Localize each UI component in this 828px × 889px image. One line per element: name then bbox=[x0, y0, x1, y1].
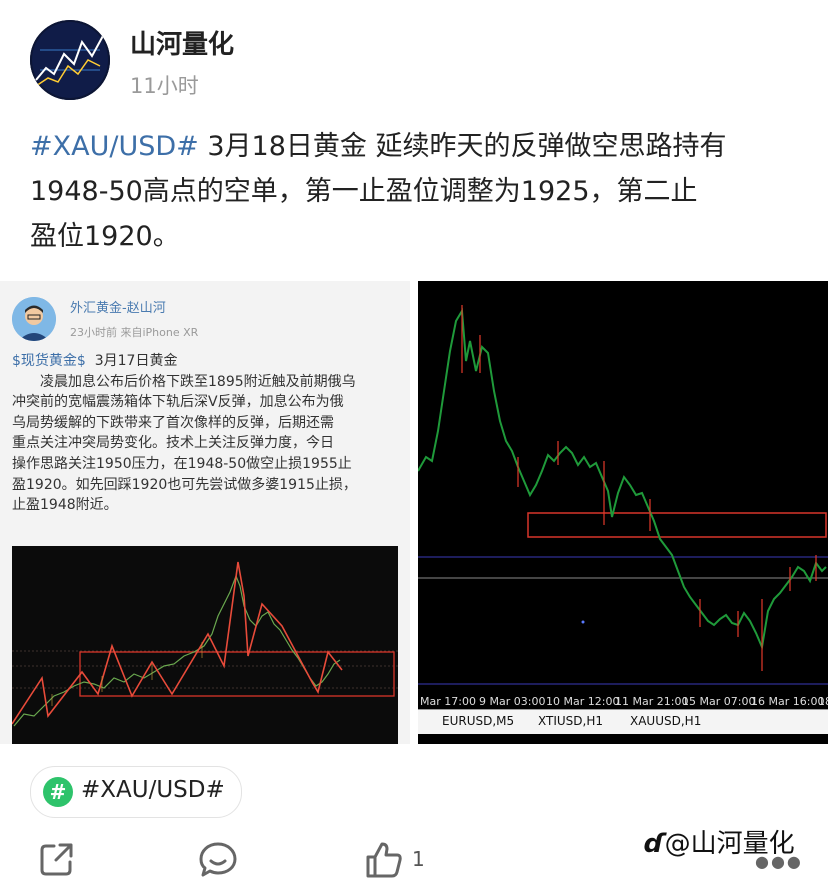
axis-label: 10 Mar 12:00 bbox=[546, 695, 620, 708]
hashtag-chip-label: #XAU/USD# bbox=[81, 777, 225, 803]
thumbs-up-icon bbox=[366, 842, 402, 878]
axis-label: 11 Mar 21:00 bbox=[615, 695, 689, 708]
embedded-avatar bbox=[12, 297, 56, 341]
share-icon bbox=[40, 843, 73, 876]
like-count: 1 bbox=[412, 847, 425, 871]
chart-tab: EURUSD,M5 bbox=[442, 714, 515, 728]
embedded-post-body: $现货黄金$ 3月17日黄金 凌晨加息公布后价格下跌至1895附近触及前期俄乌 … bbox=[12, 351, 397, 516]
axis-label: 9 Mar 03:00 bbox=[479, 695, 546, 708]
embedded-author-name: 外汇黄金-赵山河 bbox=[70, 301, 166, 316]
post-image-2[interactable]: Mar 17:00 9 Mar 03:00 10 Mar 12:00 11 Ma… bbox=[418, 281, 828, 744]
post-image-1[interactable]: 外汇黄金-赵山河 23小时前 来自iPhone XR $现货黄金$ 3月17日黄… bbox=[0, 281, 410, 744]
author-name[interactable]: 山河量化 bbox=[130, 24, 234, 61]
mt4-chart-tabs: EURUSD,M5 XTIUSD,H1 XAUUSD,H1 bbox=[418, 709, 828, 734]
axis-label: Mar 17:00 bbox=[420, 695, 476, 708]
chart-tab: XAUUSD,H1 bbox=[630, 714, 702, 728]
post-text: #XAU/USD# 3月18日黄金 延续昨天的反弹做空思路持有 1948-50高… bbox=[30, 124, 800, 259]
mt4-price-chart bbox=[418, 281, 828, 691]
comment-icon bbox=[199, 842, 237, 877]
post-hashtag-link[interactable]: #XAU/USD# bbox=[30, 131, 199, 162]
more-options-icon[interactable]: ●●● bbox=[755, 852, 803, 871]
embedded-price-chart bbox=[11, 546, 398, 744]
weibo-logo-icon: ɗ bbox=[644, 829, 665, 859]
avatar-chart-image bbox=[30, 20, 110, 100]
embedded-post-meta: 23小时前 来自iPhone XR bbox=[70, 326, 199, 339]
embedded-body-line: 操作思路关注1950压力，在1948-50做空止损1955止 bbox=[12, 455, 352, 472]
embedded-body-line: 冲突前的宽幅震荡箱体下轨后深V反弹，加息公布为俄 bbox=[12, 394, 344, 411]
embedded-hashtag: $现货黄金$ bbox=[12, 353, 86, 369]
hashtag-chip[interactable]: # #XAU/USD# bbox=[30, 766, 242, 818]
hashtag-icon: # bbox=[43, 777, 73, 807]
post-text-line-3: 盈位1920。 bbox=[30, 221, 180, 252]
post-timestamp: 11小时 bbox=[130, 74, 199, 98]
axis-label: 15 Mar 07:00 bbox=[682, 695, 756, 708]
embedded-date-title: 3月17日黄金 bbox=[94, 353, 178, 369]
chart-tab: XTIUSD,H1 bbox=[538, 714, 603, 728]
embedded-body-line: 乌局势缓解的下跌带来了首次像样的反弹，后期还需 bbox=[12, 414, 334, 431]
like-button[interactable] bbox=[364, 840, 404, 884]
embedded-body-line: 盈1920。如先回踩1920也可先尝试做多婆1915止损， bbox=[12, 476, 357, 493]
axis-label: 18 bbox=[818, 695, 828, 708]
axis-label: 16 Mar 16:00 bbox=[751, 695, 825, 708]
author-avatar[interactable] bbox=[30, 20, 110, 100]
share-button[interactable] bbox=[38, 840, 76, 882]
embedded-body-line: 止盈1948附近。 bbox=[12, 497, 118, 514]
embedded-body-line: 重点关注冲突局势变化。技术上关注反弹力度，今日 bbox=[12, 435, 334, 452]
embedded-body-line: 凌晨加息公布后价格下跌至1895附近触及前期俄乌 bbox=[40, 373, 356, 390]
post-text-line-2: 1948-50高点的空单，第一止盈位调整为1925，第二止 bbox=[30, 176, 698, 207]
comment-button[interactable] bbox=[198, 840, 238, 884]
post-text-line-1: #XAU/USD# 3月18日黄金 延续昨天的反弹做空思路持有 bbox=[30, 131, 727, 162]
